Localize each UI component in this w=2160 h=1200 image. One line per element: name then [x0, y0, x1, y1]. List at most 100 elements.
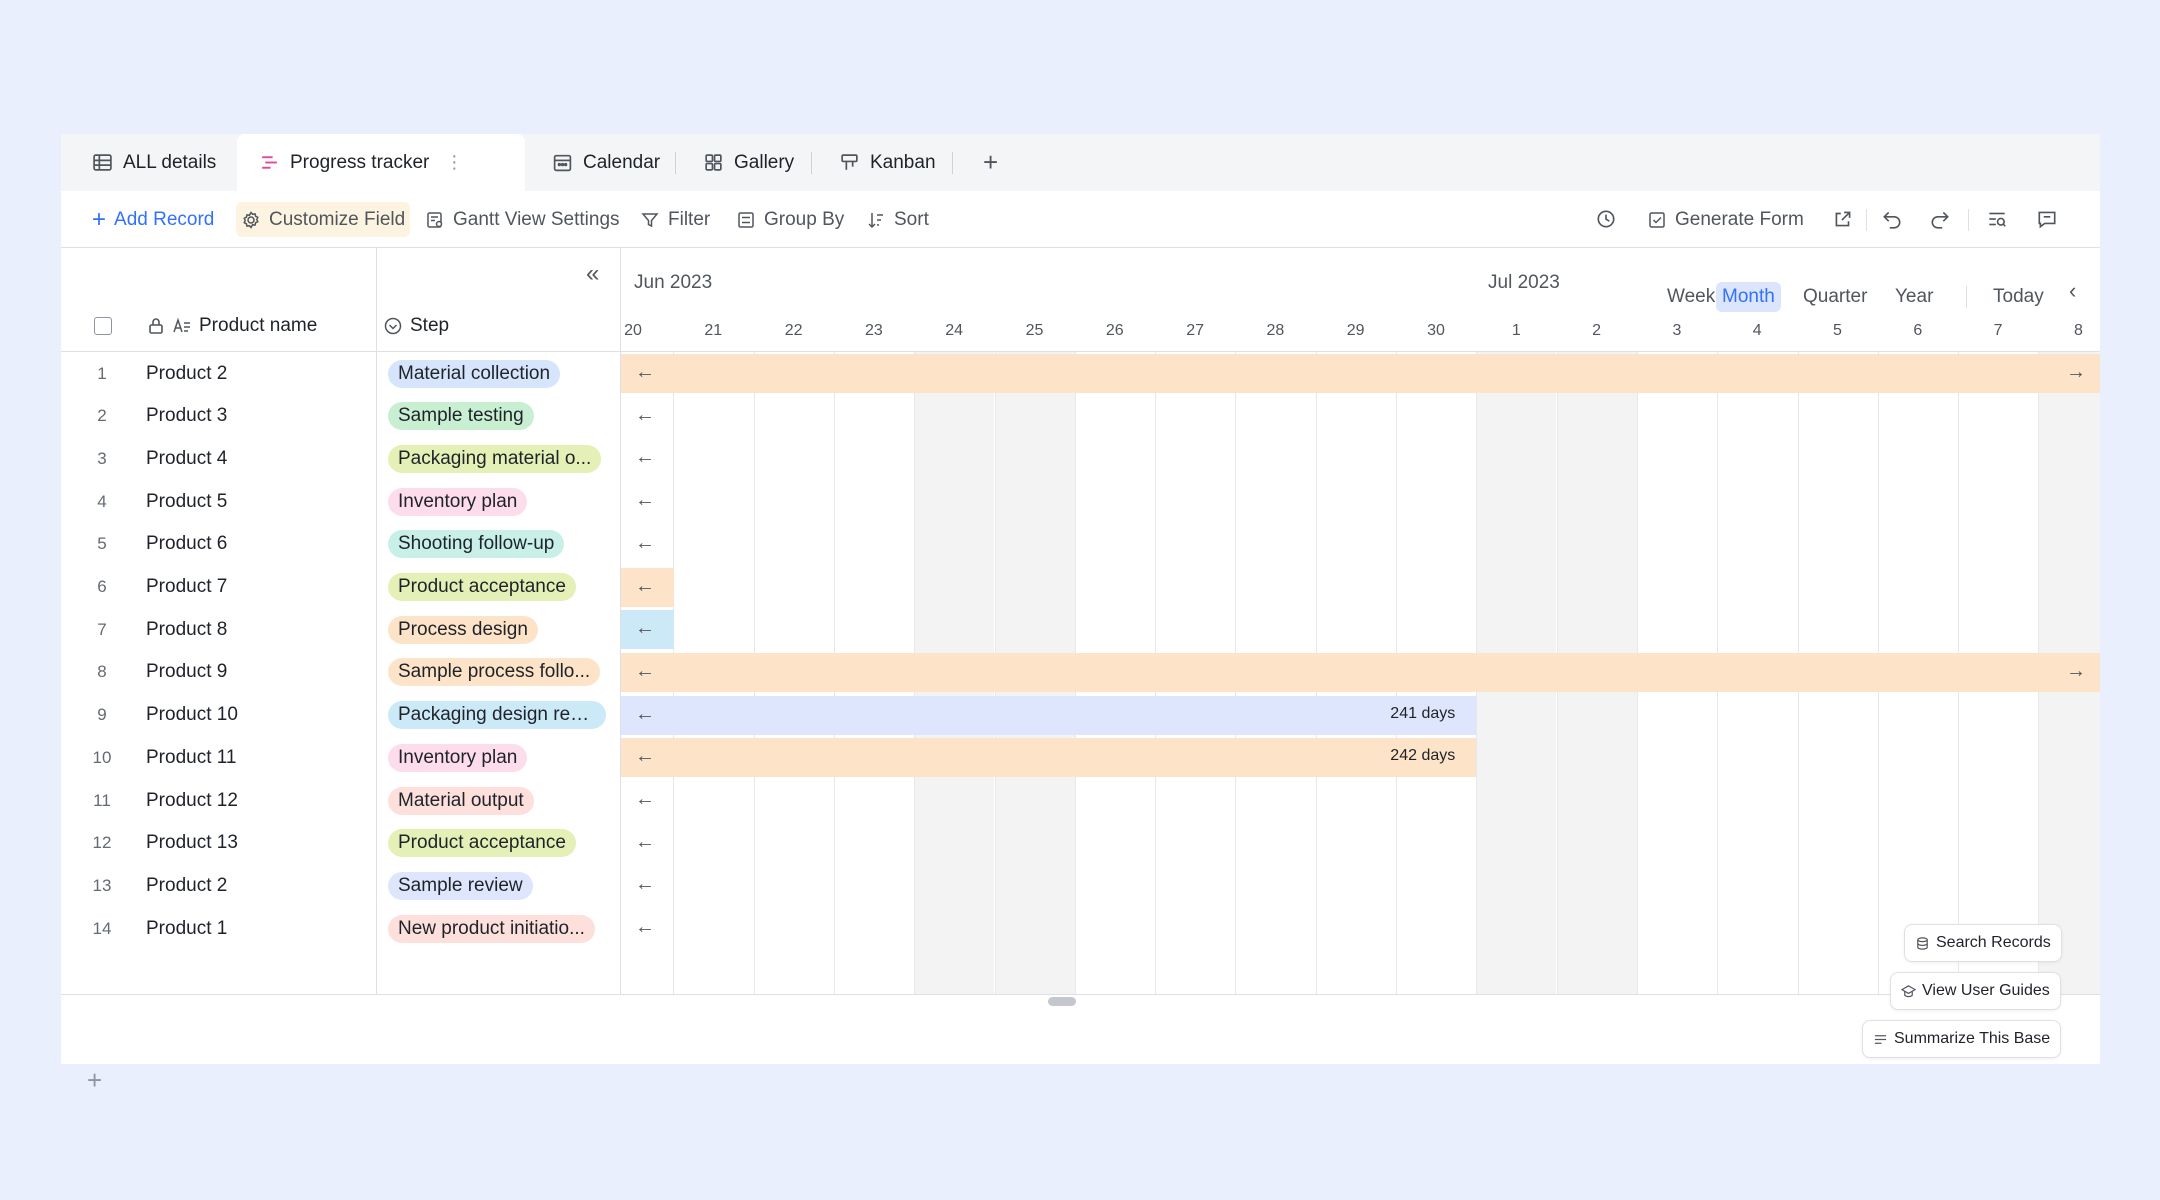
view-quarter-button[interactable]: Quarter	[1797, 282, 1873, 312]
table-row[interactable]: 4 Product 5 Inventory plan	[61, 480, 621, 523]
summarize-base-button[interactable]: Summarize This Base	[1862, 1020, 2062, 1058]
product-name-cell[interactable]: Product 10	[146, 704, 238, 726]
product-name-cell[interactable]: Product 13	[146, 832, 238, 854]
horizontal-scrollbar-thumb[interactable]	[1048, 997, 1076, 1006]
comment-icon[interactable]	[2033, 205, 2061, 233]
undo-icon[interactable]	[1878, 205, 1906, 233]
gantt-bar[interactable]	[621, 354, 2100, 393]
today-button[interactable]: Today	[1987, 282, 2050, 312]
product-name-cell[interactable]: Product 3	[146, 405, 227, 427]
table-row[interactable]: 5 Product 6 Shooting follow-up	[61, 523, 621, 566]
step-tag[interactable]: Inventory plan	[388, 743, 528, 772]
scroll-right-arrow-icon[interactable]: →	[2064, 361, 2088, 385]
select-all-checkbox[interactable]	[94, 317, 112, 335]
find-icon[interactable]	[1983, 205, 2011, 233]
tab-calendar[interactable]: Calendar	[530, 134, 682, 191]
product-name-cell[interactable]: Product 2	[146, 875, 227, 897]
gantt-bar[interactable]	[621, 695, 1477, 735]
step-tag[interactable]: Sample testing	[388, 402, 534, 431]
table-row[interactable]: 8 Product 9 Sample process follo...	[61, 651, 621, 694]
product-name-cell[interactable]: Product 8	[146, 619, 227, 641]
product-name-cell[interactable]: Product 6	[146, 533, 227, 555]
step-tag[interactable]: Material output	[388, 786, 534, 815]
gantt-view-settings-button[interactable]: Gantt View Settings	[420, 202, 625, 237]
step-tag[interactable]: Product acceptance	[388, 573, 576, 601]
scroll-left-arrow-icon[interactable]: ←	[633, 873, 657, 897]
table-row[interactable]: 13 Product 2 Sample review	[61, 864, 621, 907]
table-row[interactable]: 1 Product 2 Material collection	[61, 352, 621, 395]
tab-all-details[interactable]: ALL details	[70, 134, 238, 191]
table-row[interactable]: 2 Product 3 Sample testing	[61, 395, 621, 438]
scroll-left-arrow-icon[interactable]: ←	[633, 916, 657, 940]
product-name-cell[interactable]: Product 1	[146, 918, 227, 940]
row-number: 8	[97, 662, 107, 682]
product-name-cell[interactable]: Product 4	[146, 448, 227, 470]
scroll-left-arrow-icon[interactable]: ←	[633, 575, 657, 599]
table-row[interactable]: 6 Product 7 Product acceptance	[61, 566, 621, 609]
table-row[interactable]: 3 Product 4 Packaging material o...	[61, 437, 621, 480]
scroll-left-arrow-icon[interactable]: ←	[633, 745, 657, 769]
product-name-cell[interactable]: Product 11	[146, 747, 236, 769]
product-name-cell[interactable]: Product 7	[146, 576, 227, 598]
filter-button[interactable]: Filter	[635, 202, 715, 237]
table-row[interactable]: 12 Product 13 Product acceptance	[61, 822, 621, 865]
view-year-button[interactable]: Year	[1889, 282, 1939, 312]
table-row[interactable]: 10 Product 11 Inventory plan	[61, 736, 621, 779]
product-name-cell[interactable]: Product 12	[146, 790, 238, 812]
scroll-left-arrow-icon[interactable]: ←	[633, 660, 657, 684]
scroll-right-arrow-icon[interactable]: →	[2064, 660, 2088, 684]
tab-kanban[interactable]: Kanban	[817, 134, 958, 191]
step-tag[interactable]: Sample review	[388, 871, 533, 900]
table-row[interactable]: 14 Product 1 New product initiatio...	[61, 907, 621, 950]
step-tag[interactable]: Packaging material o...	[388, 444, 602, 473]
gantt-bar[interactable]	[621, 652, 2100, 692]
scroll-left-arrow-icon[interactable]: ←	[633, 489, 657, 513]
history-icon[interactable]	[1592, 205, 1620, 233]
step-tag[interactable]: Product acceptance	[388, 829, 576, 858]
day-label: 20	[624, 322, 642, 339]
product-name-cell[interactable]: Product 2	[146, 363, 227, 385]
step-tag[interactable]: Shooting follow-up	[388, 530, 565, 559]
add-view-button[interactable]: +	[961, 134, 1020, 191]
step-tag[interactable]: Packaging design revi...	[388, 701, 606, 730]
add-row-button[interactable]: +	[87, 1067, 102, 1093]
scroll-left-arrow-icon[interactable]: ←	[633, 446, 657, 470]
step-tag[interactable]: New product initiatio...	[388, 914, 595, 943]
more-icon[interactable]: ⋮	[445, 152, 463, 173]
customize-field-button[interactable]: Customize Field	[236, 202, 411, 237]
scroll-left-arrow-icon[interactable]: ←	[633, 361, 657, 385]
product-name-header[interactable]: Product name	[199, 315, 317, 337]
search-records-button[interactable]: Search Records	[1904, 924, 2062, 962]
step-tag[interactable]: Inventory plan	[388, 487, 528, 516]
step-tag[interactable]: Sample process follo...	[388, 658, 601, 687]
table-row[interactable]: 7 Product 8 Process design	[61, 608, 621, 651]
step-header[interactable]: Step	[410, 315, 449, 337]
share-icon[interactable]	[1829, 205, 1857, 233]
view-user-guides-button[interactable]: View User Guides	[1890, 972, 2061, 1010]
scroll-left-arrow-icon[interactable]: ←	[633, 831, 657, 855]
prev-icon[interactable]: ‹	[2069, 278, 2076, 304]
gantt-bar[interactable]	[621, 738, 1477, 778]
group-by-button[interactable]: Group By	[731, 202, 849, 237]
add-record-button[interactable]: + Add Record	[87, 202, 219, 237]
generate-form-button[interactable]: Generate Form	[1642, 202, 1809, 237]
scroll-left-arrow-icon[interactable]: ←	[633, 703, 657, 727]
tab-progress-tracker[interactable]: Progress tracker ⋮	[237, 134, 525, 191]
scroll-left-arrow-icon[interactable]: ←	[633, 617, 657, 641]
scroll-left-arrow-icon[interactable]: ←	[633, 404, 657, 428]
gear-icon	[243, 210, 259, 229]
product-name-cell[interactable]: Product 5	[146, 491, 227, 513]
step-tag[interactable]: Process design	[388, 615, 538, 644]
view-week-button[interactable]: Week	[1661, 282, 1721, 312]
step-tag[interactable]: Material collection	[388, 359, 561, 388]
collapse-panel-icon[interactable]: «	[586, 260, 599, 288]
sort-button[interactable]: Sort	[861, 202, 934, 237]
view-month-button[interactable]: Month	[1716, 282, 1781, 312]
tab-gallery[interactable]: Gallery	[681, 134, 816, 191]
scroll-left-arrow-icon[interactable]: ←	[633, 788, 657, 812]
redo-icon[interactable]	[1926, 205, 1954, 233]
table-row[interactable]: 9 Product 10 Packaging design revi...	[61, 694, 621, 737]
scroll-left-arrow-icon[interactable]: ←	[633, 532, 657, 556]
product-name-cell[interactable]: Product 9	[146, 661, 227, 683]
table-row[interactable]: 11 Product 12 Material output	[61, 779, 621, 822]
